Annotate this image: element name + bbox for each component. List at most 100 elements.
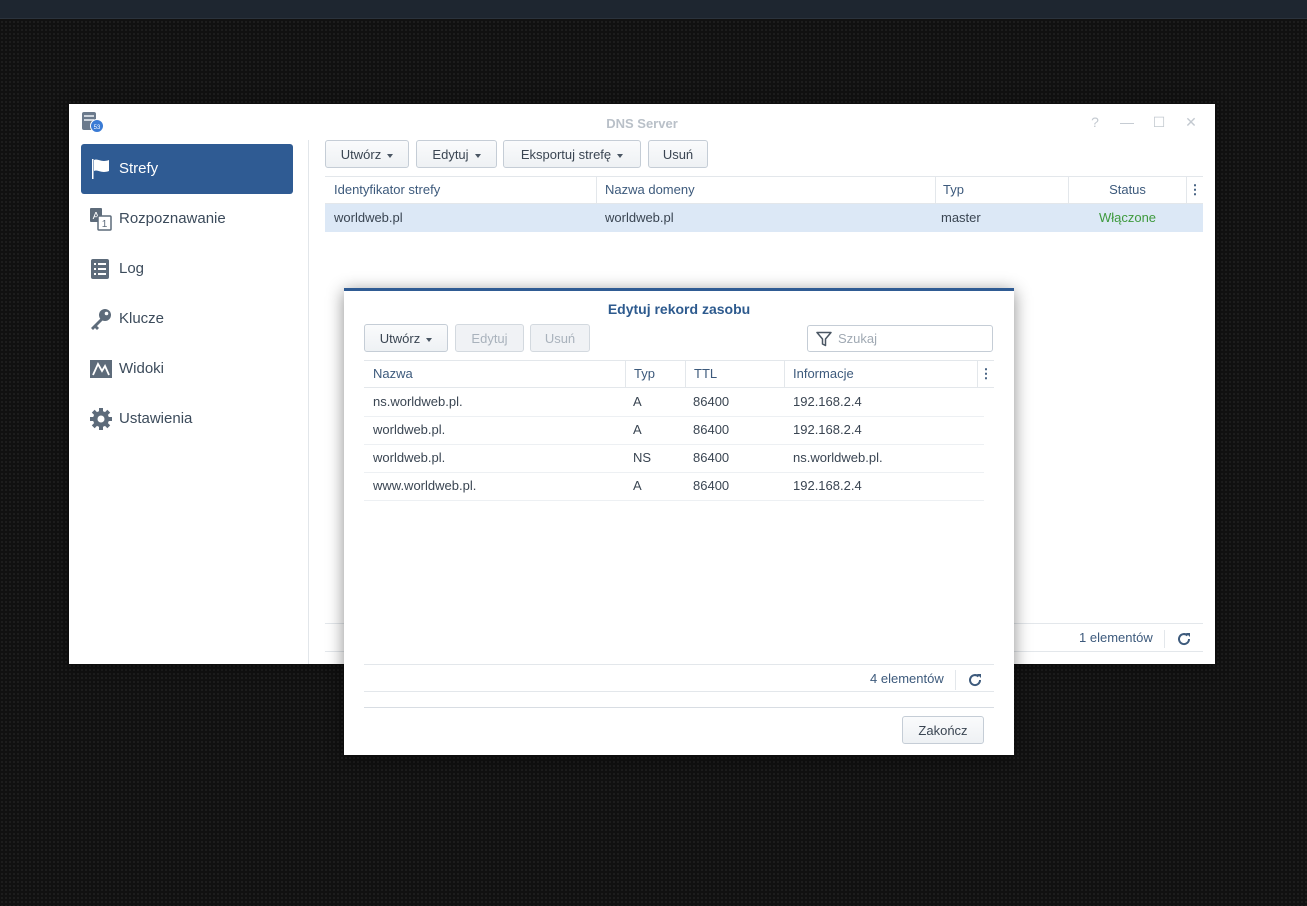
column-header-type[interactable]: Typ — [943, 177, 964, 203]
sidebar-item-label: Rozpoznawanie — [119, 210, 226, 227]
record-name-cell: www.worldweb.pl. — [373, 478, 477, 493]
records-table-header: Nazwa Typ TTL Informacje ⋮ — [364, 360, 994, 388]
finish-button[interactable]: Zakończ — [902, 716, 984, 744]
footer-separator — [1164, 630, 1165, 648]
search-field[interactable] — [807, 325, 993, 352]
column-header-info[interactable]: Informacje — [793, 361, 854, 387]
record-ttl-cell: 86400 — [693, 450, 730, 465]
column-header-domain[interactable]: Nazwa domeny — [605, 177, 695, 203]
delete-record-button[interactable]: Usuń — [530, 324, 590, 352]
dialog-button-divider — [364, 707, 994, 708]
sidebar-item-klucze[interactable]: Klucze — [81, 294, 293, 344]
record-info-cell: 192.168.2.4 — [793, 394, 862, 409]
flag-icon — [92, 159, 109, 179]
sidebar-item-label: Klucze — [119, 310, 165, 327]
column-header-type[interactable]: Typ — [634, 361, 655, 387]
record-type-cell: A — [633, 394, 642, 409]
resolution-icon: A 1 — [90, 208, 112, 231]
column-divider — [685, 361, 686, 387]
record-name-cell: ns.worldweb.pl. — [373, 394, 463, 409]
close-button[interactable]: ✕ — [1181, 112, 1201, 132]
domain-cell: worldweb.pl — [605, 210, 674, 225]
sidebar-item-ustawienia[interactable]: Ustawienia — [81, 394, 293, 444]
column-header-status[interactable]: Status — [1069, 177, 1186, 203]
sidebar-item-label: Strefy — [119, 160, 159, 177]
column-header-zone-id[interactable]: Identyfikator strefy — [334, 177, 440, 203]
column-divider — [596, 177, 597, 203]
key-icon — [91, 309, 111, 330]
record-type-cell: A — [633, 478, 642, 493]
column-divider — [977, 361, 978, 387]
record-info-cell: ns.worldweb.pl. — [793, 450, 883, 465]
chevron-down-icon — [426, 337, 433, 342]
edit-zone-label: Edytuj — [432, 147, 469, 162]
maximize-button[interactable]: ☐ — [1149, 112, 1169, 132]
table-row[interactable]: worldweb.pl worldweb.pl master Włączone — [325, 204, 1203, 232]
column-divider — [935, 177, 936, 203]
search-input[interactable] — [838, 329, 986, 348]
record-name-cell: worldweb.pl. — [373, 422, 446, 437]
table-row[interactable]: ns.worldweb.pl. A 86400 192.168.2.4 — [364, 388, 984, 417]
column-options-icon[interactable]: ⋮ — [1188, 177, 1202, 203]
record-ttl-cell: 86400 — [693, 478, 730, 493]
filter-icon — [816, 331, 832, 347]
records-footer-divider — [364, 664, 994, 665]
zones-count: 1 elementów — [1079, 630, 1153, 645]
sidebar: Strefy A 1 Rozpoznawanie Log Klucze Wido… — [69, 140, 309, 664]
column-header-name[interactable]: Nazwa — [373, 361, 413, 387]
table-row[interactable]: worldweb.pl. A 86400 192.168.2.4 — [364, 416, 984, 445]
column-divider — [1186, 177, 1187, 203]
chevron-down-icon — [617, 153, 624, 158]
create-zone-label: Utwórz — [340, 147, 382, 162]
window-titlebar[interactable]: 53 DNS Server ? — ☐ ✕ — [69, 104, 1215, 140]
record-info-cell: 192.168.2.4 — [793, 478, 862, 493]
records-count: 4 elementów — [870, 671, 944, 686]
minimize-button[interactable]: — — [1117, 112, 1137, 132]
sidebar-item-label: Widoki — [119, 360, 165, 377]
dialog-title: Edytuj rekord zasobu — [607, 301, 751, 317]
sidebar-item-label: Ustawienia — [119, 410, 193, 427]
window-title: DNS Server — [606, 116, 678, 131]
gear-icon — [90, 408, 112, 430]
map-icon — [90, 360, 112, 378]
svg-text:1: 1 — [102, 219, 108, 230]
edit-zone-button[interactable]: Edytuj — [416, 140, 497, 168]
column-options-icon[interactable]: ⋮ — [979, 361, 993, 387]
desktop-taskbar — [0, 0, 1307, 19]
create-record-button[interactable]: Utwórz — [364, 324, 448, 352]
record-ttl-cell: 86400 — [693, 394, 730, 409]
column-divider — [784, 361, 785, 387]
help-button[interactable]: ? — [1085, 112, 1105, 132]
export-zone-button[interactable]: Eksportuj strefę — [503, 140, 641, 168]
create-zone-button[interactable]: Utwórz — [325, 140, 409, 168]
create-record-label: Utwórz — [379, 331, 421, 346]
table-row[interactable]: worldweb.pl. NS 86400 ns.worldweb.pl. — [364, 444, 984, 473]
log-icon — [91, 259, 109, 279]
sidebar-item-log[interactable]: Log — [81, 244, 293, 294]
chevron-down-icon — [387, 153, 394, 158]
refresh-icon[interactable] — [967, 672, 983, 688]
status-cell: Włączone — [1098, 210, 1157, 225]
zones-table-header: Identyfikator strefy Nazwa domeny Typ St… — [325, 176, 1203, 204]
edit-resource-record-dialog: Edytuj rekord zasobu Utwórz Edytuj Usuń … — [344, 288, 1014, 755]
records-footer-bottom — [364, 691, 994, 692]
delete-zone-button[interactable]: Usuń — [648, 140, 708, 168]
sidebar-item-widoki[interactable]: Widoki — [81, 344, 293, 394]
chevron-down-icon — [474, 153, 481, 158]
record-info-cell: 192.168.2.4 — [793, 422, 862, 437]
footer-separator — [955, 670, 956, 690]
column-header-ttl[interactable]: TTL — [694, 361, 717, 387]
column-divider — [625, 361, 626, 387]
table-row[interactable]: www.worldweb.pl. A 86400 192.168.2.4 — [364, 472, 984, 501]
edit-record-button[interactable]: Edytuj — [455, 324, 524, 352]
refresh-icon[interactable] — [1176, 631, 1192, 647]
record-type-cell: A — [633, 422, 642, 437]
record-ttl-cell: 86400 — [693, 422, 730, 437]
type-cell: master — [941, 210, 981, 225]
zone-id-cell: worldweb.pl — [334, 210, 403, 225]
export-zone-label: Eksportuj strefę — [520, 147, 612, 162]
record-type-cell: NS — [633, 450, 652, 465]
sidebar-item-rozpoznawanie[interactable]: A 1 Rozpoznawanie — [81, 194, 293, 244]
record-name-cell: worldweb.pl. — [373, 450, 446, 465]
sidebar-item-strefy[interactable]: Strefy — [81, 144, 293, 194]
